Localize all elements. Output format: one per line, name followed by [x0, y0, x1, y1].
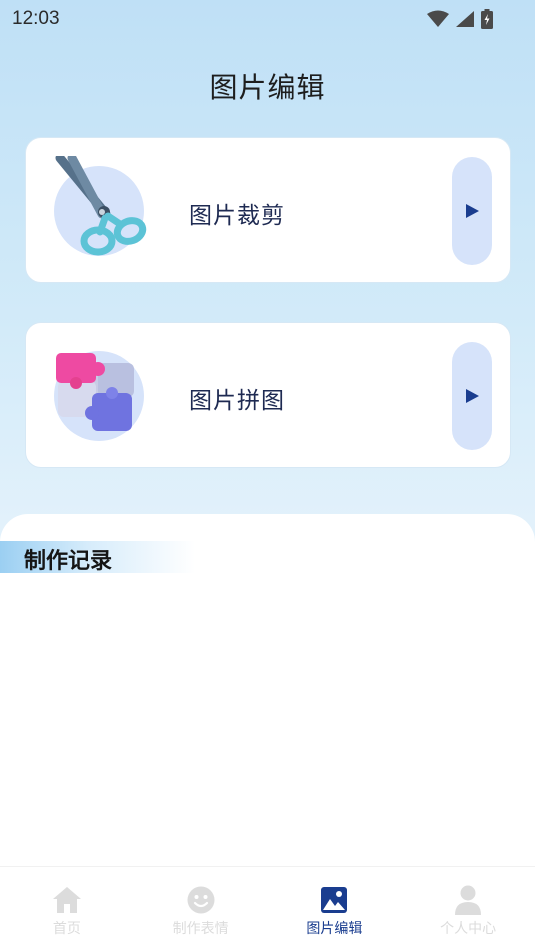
history-title: 制作记录: [24, 549, 113, 574]
tab-profile[interactable]: 个人中心: [401, 867, 535, 951]
wifi-icon: [427, 10, 449, 27]
status-bar: 12:03: [0, 0, 535, 38]
bottom-tab-bar: 首页 制作表情 图片编辑 个人中心: [0, 866, 535, 951]
tab-home[interactable]: 首页: [0, 867, 134, 951]
crop-card[interactable]: 图片裁剪: [25, 137, 511, 283]
tab-image-edit-label: 图片编辑: [306, 921, 363, 937]
scissors-icon: [55, 156, 147, 256]
collage-label: 图片拼图: [189, 388, 285, 414]
tab-make-emoji[interactable]: 制作表情: [134, 867, 268, 951]
tab-make-emoji-label: 制作表情: [172, 921, 229, 937]
puzzle-icon: [56, 353, 134, 431]
page-title: 图片编辑: [209, 71, 326, 104]
home-icon: [52, 885, 82, 915]
play-arrow-icon: [466, 204, 479, 218]
tab-home-label: 首页: [52, 921, 81, 937]
collage-open-button[interactable]: [452, 342, 492, 450]
status-icons: [427, 9, 523, 29]
tab-image-edit[interactable]: 图片编辑: [268, 867, 402, 951]
user-icon: [453, 885, 483, 915]
crop-label: 图片裁剪: [189, 203, 285, 229]
play-arrow-icon: [466, 389, 479, 403]
image-icon: [319, 885, 349, 915]
signal-icon: [456, 11, 474, 27]
smiley-icon: [186, 885, 216, 915]
battery-icon: [481, 9, 493, 29]
status-time: 12:03: [12, 8, 60, 29]
crop-open-button[interactable]: [452, 157, 492, 265]
tab-profile-label: 个人中心: [440, 921, 497, 937]
collage-card[interactable]: 图片拼图: [25, 322, 511, 468]
